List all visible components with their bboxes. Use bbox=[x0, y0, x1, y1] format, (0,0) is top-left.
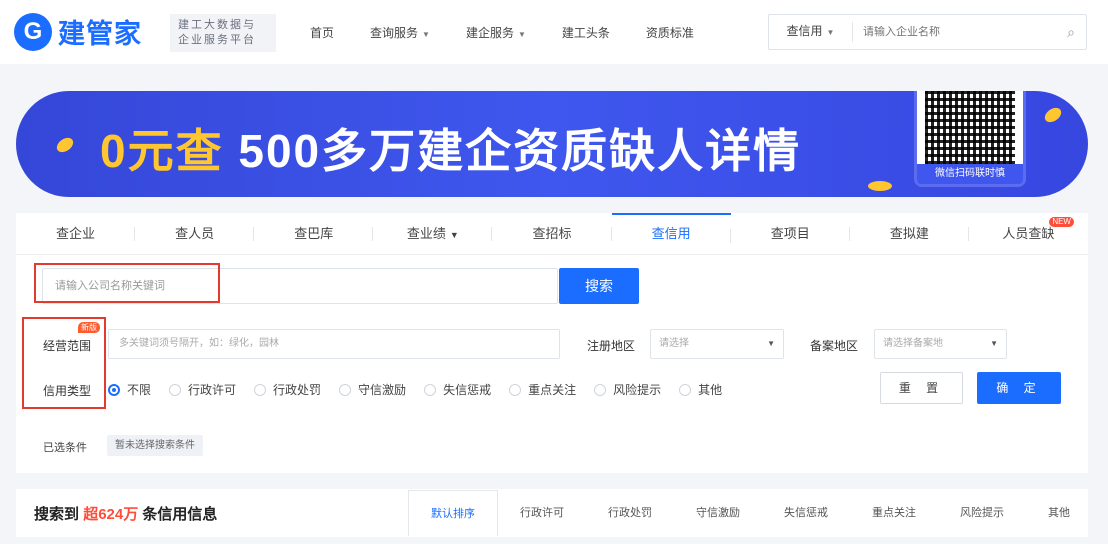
site-slogan: 建工大数据与 企业服务平台 bbox=[170, 14, 276, 52]
nav-enterprise-services[interactable]: 建企服务 ▼ bbox=[466, 24, 526, 41]
tab-credit[interactable]: 查信用 bbox=[611, 213, 731, 254]
main-nav: 首页 查询服务 ▼ 建企服务 ▼ 建工头条 资质标准 bbox=[310, 24, 730, 41]
logo-g-icon: G bbox=[14, 12, 52, 51]
banner-title: 0元查 500多万建企资质缺人详情 bbox=[100, 125, 802, 177]
filter-label-highlight-box bbox=[22, 317, 106, 409]
selected-conditions-label: 已选条件 bbox=[43, 442, 87, 454]
results-count: 搜索到 超624万 条信用信息 bbox=[34, 506, 218, 523]
credit-type-radios: 不限 行政许可 行政处罚 守信激励 失信惩戒 重点关注 风险提示 其他 bbox=[108, 381, 740, 398]
radio-icon bbox=[254, 383, 267, 396]
chevron-down-icon: ▼ bbox=[422, 30, 430, 39]
radio-icon bbox=[679, 383, 692, 396]
tab-enterprise[interactable]: 查企业 bbox=[16, 213, 136, 254]
tab-proposed[interactable]: 查拟建 bbox=[850, 213, 969, 254]
selected-conditions-hint: 暂未选择搜索条件 bbox=[107, 435, 203, 456]
qr-code-card: 微信扫码联时慎 bbox=[914, 91, 1026, 187]
nav-home[interactable]: 首页 bbox=[310, 24, 334, 41]
filing-area-label: 备案地区 bbox=[810, 339, 859, 353]
tab-staff-shortage[interactable]: 人员查缺 NEW bbox=[969, 213, 1088, 254]
radio-trust-incentive[interactable]: 守信激励 bbox=[339, 381, 406, 398]
radio-icon bbox=[509, 383, 522, 396]
search-type-select[interactable]: 查信用 ▼ bbox=[769, 22, 853, 42]
radio-key-attention[interactable]: 重点关注 bbox=[509, 381, 576, 398]
promo-banner[interactable]: 0元查 500多万建企资质缺人详情 微信扫码联时慎 bbox=[16, 91, 1088, 197]
sort-tabs: 默认排序 行政许可 行政处罚 守信激励 失信惩戒 重点关注 风险提示 其他 bbox=[408, 489, 1092, 537]
radio-icon bbox=[339, 383, 352, 396]
radio-risk-alert[interactable]: 风险提示 bbox=[594, 381, 661, 398]
sort-default[interactable]: 默认排序 bbox=[408, 490, 498, 536]
radio-unlimited[interactable]: 不限 bbox=[108, 381, 151, 398]
radio-admin-penalty[interactable]: 行政处罚 bbox=[254, 381, 321, 398]
radio-icon bbox=[169, 383, 182, 396]
nav-headlines[interactable]: 建工头条 bbox=[562, 24, 610, 41]
qr-code-icon bbox=[925, 91, 1015, 164]
tab-personnel[interactable]: 查人员 bbox=[135, 213, 255, 254]
filing-area-select[interactable]: 请选择备案地 ▼ bbox=[874, 329, 1007, 359]
tab-tender[interactable]: 查招标 bbox=[492, 213, 612, 254]
coin-stack-icon bbox=[868, 181, 892, 191]
coin-decoration-icon bbox=[54, 134, 76, 156]
confirm-button[interactable]: 确 定 bbox=[977, 372, 1061, 404]
qr-caption: 微信扫码联时慎 bbox=[917, 164, 1023, 184]
nav-query-services[interactable]: 查询服务 ▼ bbox=[370, 24, 430, 41]
sort-dishonesty-penalty[interactable]: 失信惩戒 bbox=[762, 490, 850, 536]
reg-area-select[interactable]: 请选择 ▼ bbox=[650, 329, 784, 359]
chevron-down-icon: ▼ bbox=[990, 339, 998, 348]
radio-admin-license[interactable]: 行政许可 bbox=[169, 381, 236, 398]
search-button[interactable]: 搜索 bbox=[559, 268, 639, 304]
sort-admin-license[interactable]: 行政许可 bbox=[498, 490, 586, 536]
radio-dishonesty-penalty[interactable]: 失信惩戒 bbox=[424, 381, 491, 398]
caret-down-icon: ▼ bbox=[449, 230, 459, 240]
query-tabs: 查企业 查人员 查巴库 查业绩 ▼ 查招标 查信用 查项目 查拟建 人员查缺 NEW bbox=[16, 213, 1088, 255]
chevron-down-icon: ▼ bbox=[767, 339, 775, 348]
search-icon[interactable]: ⌕ bbox=[1056, 24, 1086, 41]
logo-text: 建管家 bbox=[58, 19, 142, 49]
tab-projects[interactable]: 查项目 bbox=[731, 213, 850, 254]
new-badge: NEW bbox=[1049, 217, 1074, 227]
tab-bid-library[interactable]: 查巴库 bbox=[254, 213, 374, 254]
keyword-highlight-box bbox=[34, 263, 220, 303]
nav-qualification-standards[interactable]: 资质标准 bbox=[646, 24, 694, 41]
sort-other[interactable]: 其他 bbox=[1026, 490, 1092, 536]
tab-performance[interactable]: 查业绩 ▼ bbox=[373, 213, 493, 254]
reset-button[interactable]: 重 置 bbox=[880, 372, 963, 404]
chevron-down-icon: ▼ bbox=[517, 30, 526, 39]
header-search-input[interactable] bbox=[853, 26, 1056, 38]
header-search: 查信用▼ ⌕ bbox=[768, 14, 1087, 50]
radio-icon bbox=[424, 383, 437, 396]
sort-key-attention[interactable]: 重点关注 bbox=[850, 490, 938, 536]
credit-search-panel: 请输入公司名称关键词 搜索 经营范围 新版 多关键词须号隔开，如：绿化，园林 注… bbox=[16, 255, 1088, 473]
coin-decoration-icon bbox=[1042, 104, 1064, 126]
sort-trust-incentive[interactable]: 守信激励 bbox=[674, 490, 762, 536]
chevron-down-icon: ▼ bbox=[826, 28, 835, 37]
top-header: G 建管家 建工大数据与 企业服务平台 首页 查询服务 ▼ 建企服务 ▼ 建工头条 … bbox=[0, 0, 1108, 64]
radio-icon bbox=[594, 383, 607, 396]
radio-checked-icon bbox=[108, 383, 120, 396]
business-scope-input[interactable]: 多关键词须号隔开，如：绿化，园林 bbox=[108, 329, 560, 359]
sort-admin-penalty[interactable]: 行政处罚 bbox=[586, 490, 674, 536]
reg-area-label: 注册地区 bbox=[587, 339, 636, 353]
sort-risk-alert[interactable]: 风险提示 bbox=[938, 490, 1026, 536]
site-logo[interactable]: G 建管家 bbox=[14, 12, 142, 51]
radio-other[interactable]: 其他 bbox=[679, 381, 722, 398]
results-bar: 搜索到 超624万 条信用信息 默认排序 行政许可 行政处罚 守信激励 失信惩戒… bbox=[16, 489, 1088, 537]
